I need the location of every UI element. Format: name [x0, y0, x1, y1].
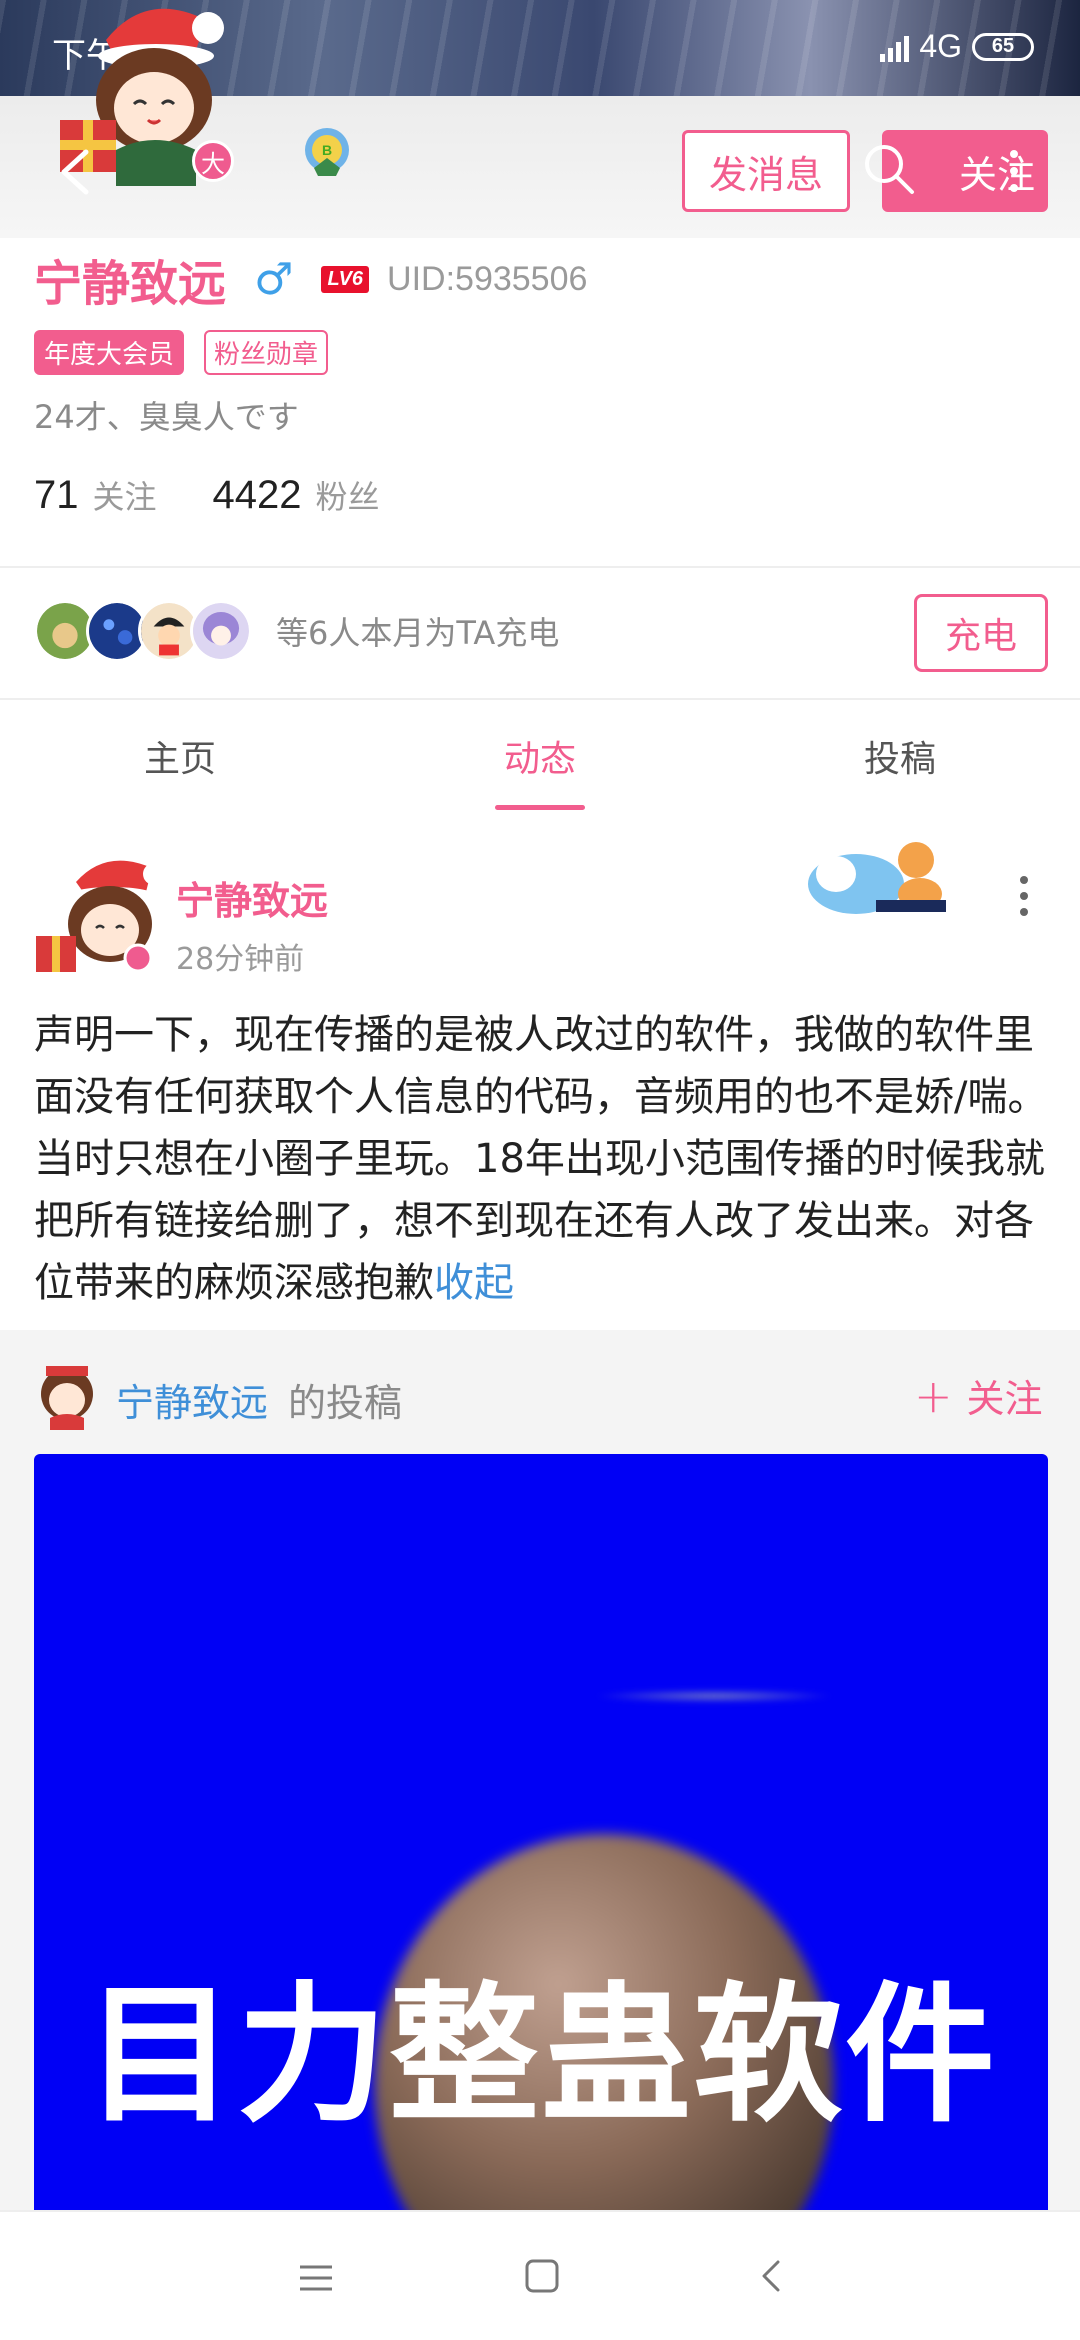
search-icon[interactable] — [858, 138, 918, 198]
recent-apps-icon[interactable] — [296, 2258, 336, 2298]
profile-tags: 年度大会员 粉丝勋章 — [34, 330, 329, 375]
tab-dynamics[interactable]: 动态 — [360, 700, 720, 812]
repost-card[interactable]: 宁静致远 的投稿 + 关注 目力整蛊软件 — [0, 1330, 1080, 2340]
network-label: 4G — [919, 28, 962, 64]
collapse-link[interactable]: 收起 — [434, 1260, 514, 1306]
plus-icon: + — [914, 1368, 953, 1423]
thumbnail-caption: 目力整蛊软件 — [84, 1969, 997, 2143]
profile-tabs: 主页 动态 投稿 — [0, 700, 1080, 812]
repost-source-line: 宁静致远 的投稿 — [116, 1372, 402, 1427]
svg-text:B: B — [322, 142, 332, 158]
back-icon[interactable] — [752, 2256, 792, 2296]
decorative-sticker — [808, 842, 946, 914]
tab-home[interactable]: 主页 — [0, 700, 360, 812]
vip-badge-icon: 大 — [192, 140, 234, 182]
post-content: 声明一下，现在传播的是被人改过的软件，我做的软件里面没有任何获取个人信息的代码，… — [34, 1004, 1050, 1314]
back-arrow-icon[interactable] — [48, 142, 108, 202]
profile-name: 宁静致远 — [34, 256, 227, 312]
user-uid: UID:5935506 — [387, 259, 588, 298]
post-timestamp: 28分钟前 — [176, 942, 305, 977]
repost-follow-button[interactable]: + 关注 — [914, 1368, 1043, 1423]
home-icon[interactable] — [522, 2256, 562, 2296]
thumbnail-streak — [594, 1689, 834, 1703]
annual-vip-tag[interactable]: 年度大会员 — [34, 330, 185, 375]
send-message-button[interactable]: 发消息 — [682, 130, 850, 212]
signal-icon — [880, 32, 910, 62]
repost-author-name[interactable]: 宁静致远 — [116, 1372, 268, 1427]
system-navigation-bar — [0, 2210, 1080, 2340]
fans-count[interactable]: 4422 — [213, 473, 302, 518]
post-body-text: 声明一下，现在传播的是被人改过的软件，我做的软件里面没有任何获取个人信息的代码，… — [34, 1012, 1048, 1306]
post-author-name[interactable]: 宁静致远 — [176, 870, 328, 925]
following-label[interactable]: 关注 — [93, 472, 157, 518]
post-more-icon[interactable] — [1014, 872, 1034, 920]
fan-medal-tag[interactable]: 粉丝勋章 — [204, 330, 329, 375]
status-indicators: 4G 65 — [880, 28, 1034, 65]
level-badge: LV6 — [321, 265, 370, 293]
male-gender-icon: ♂ — [254, 253, 294, 305]
charge-supporters[interactable]: 等6人本月为TA充电 — [34, 600, 559, 662]
supporter-avatar — [190, 600, 252, 662]
post-author-avatar[interactable] — [36, 852, 166, 978]
profile-bio: 24才、臭臭人です — [34, 398, 299, 436]
more-options-icon[interactable] — [1004, 146, 1024, 196]
repost-author-avatar[interactable] — [36, 1360, 98, 1430]
following-count[interactable]: 71 — [34, 473, 79, 518]
charge-text: 等6人本月为TA充电 — [276, 614, 560, 652]
tab-submissions[interactable]: 投稿 — [720, 700, 1080, 812]
battery-icon: 65 — [972, 32, 1034, 61]
repost-suffix: 的投稿 — [288, 1381, 403, 1425]
video-thumbnail[interactable]: 目力整蛊软件 — [34, 1454, 1048, 2214]
repost-follow-label: 关注 — [966, 1377, 1043, 1421]
profile-stats: 71 关注 4422 粉丝 — [34, 472, 380, 518]
fans-label[interactable]: 粉丝 — [316, 472, 380, 518]
divider — [0, 566, 1080, 568]
charge-button[interactable]: 充电 — [914, 594, 1048, 672]
medal-icon[interactable]: B — [298, 124, 356, 178]
profile-name-row: 宁静致远 ♂ LV6 UID:5935506 — [34, 244, 587, 314]
